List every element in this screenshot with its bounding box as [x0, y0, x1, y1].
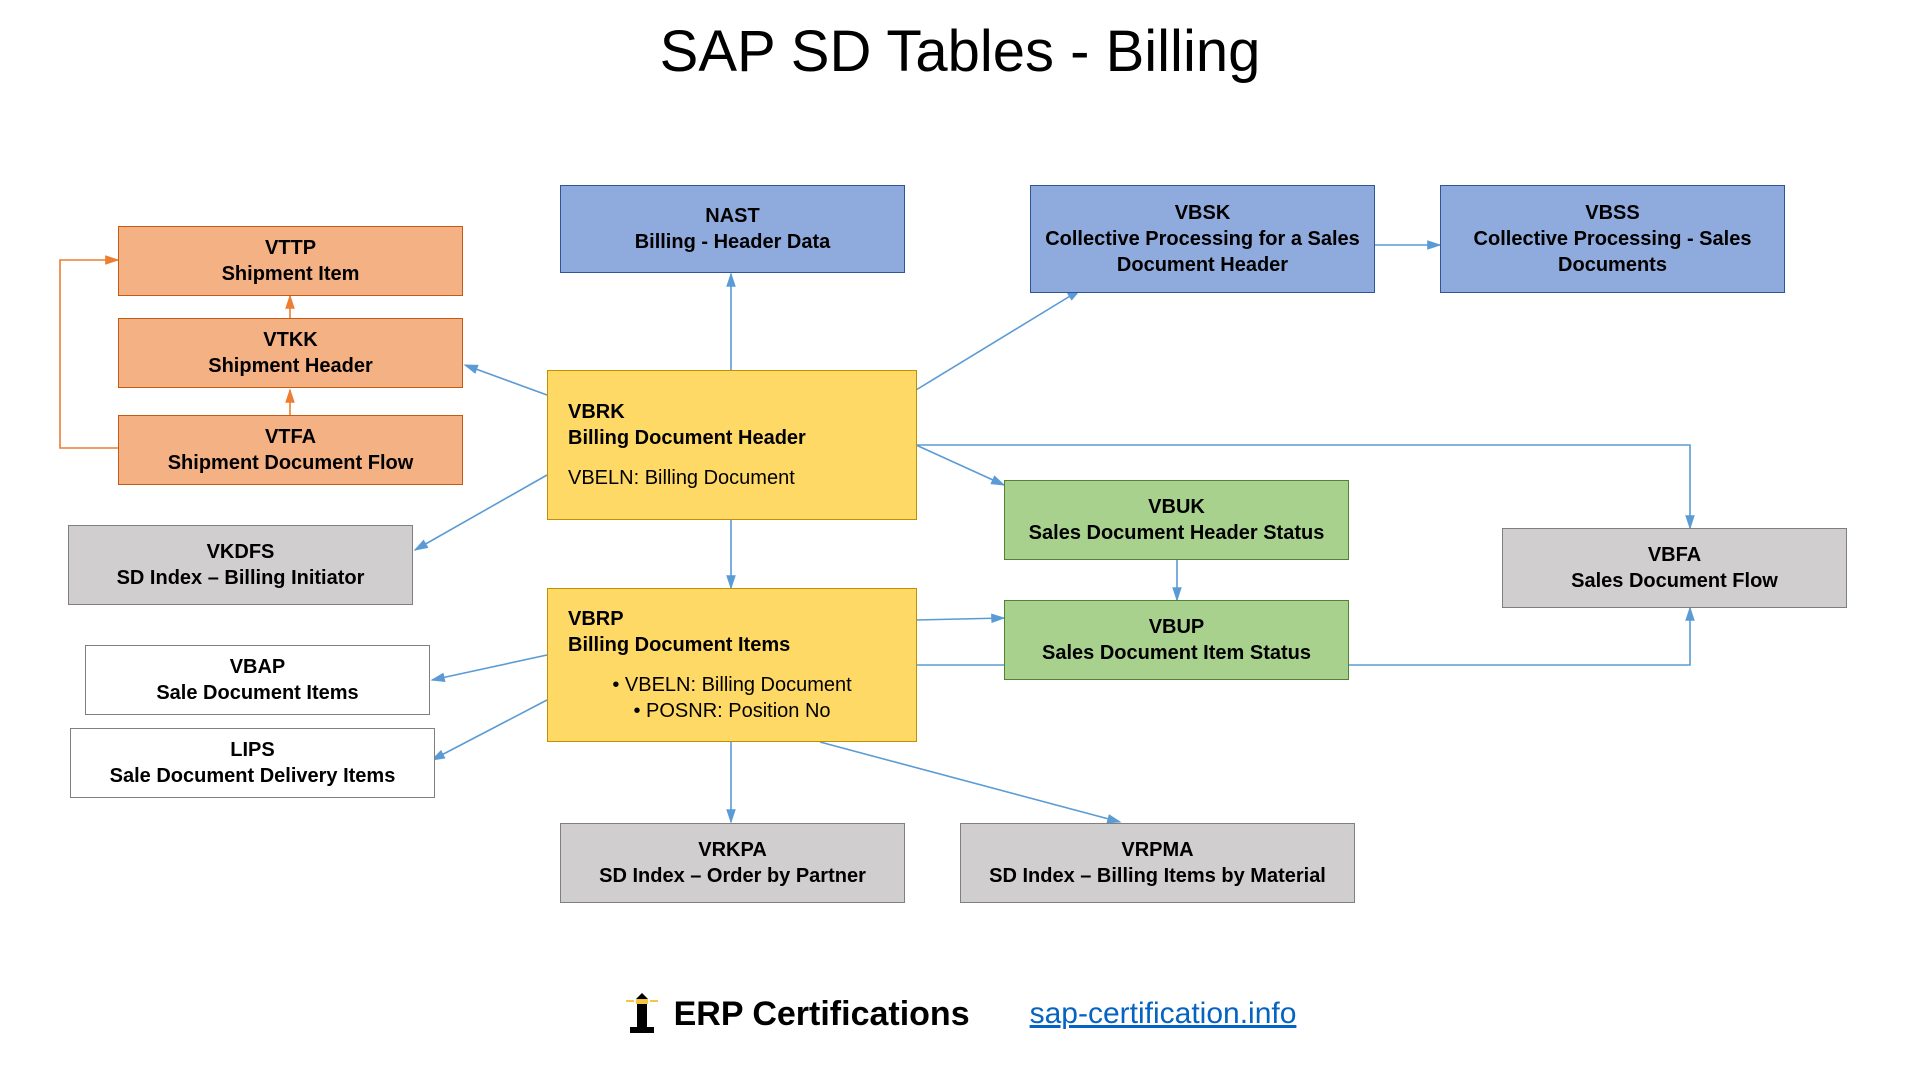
box-extra: VBELN: Billing Document	[568, 465, 795, 491]
box-vbfa: VBFA Sales Document Flow	[1502, 528, 1847, 608]
box-title: VBSK	[1175, 200, 1231, 226]
box-title: VBAP	[230, 654, 286, 680]
box-vbss: VBSS Collective Processing - Sales Docum…	[1440, 185, 1785, 293]
box-desc: Sale Document Items	[156, 680, 358, 706]
box-vttp: VTTP Shipment Item	[118, 226, 463, 296]
box-title: VRKPA	[698, 837, 767, 863]
box-vtfa: VTFA Shipment Document Flow	[118, 415, 463, 485]
box-title: VTFA	[265, 424, 316, 450]
box-desc: Collective Processing - Sales Documents	[1451, 226, 1774, 278]
box-vbup: VBUP Sales Document Item Status	[1004, 600, 1349, 680]
box-vbuk: VBUK Sales Document Header Status	[1004, 480, 1349, 560]
brand-text: ERP Certifications	[674, 995, 970, 1034]
box-title: VRPMA	[1121, 837, 1193, 863]
box-title: VBUK	[1148, 494, 1205, 520]
footer: ERP Certifications sap-certification.inf…	[0, 993, 1920, 1040]
diagram-canvas: SAP SD Tables - Billing	[0, 0, 1920, 1080]
footer-link[interactable]: sap-certification.info	[1030, 997, 1297, 1031]
box-desc: Shipment Document Flow	[168, 450, 414, 476]
box-nast: NAST Billing - Header Data	[560, 185, 905, 273]
box-title: VBRK	[568, 399, 625, 425]
box-desc: Sale Document Delivery Items	[110, 763, 396, 789]
box-desc: Billing Document Items	[568, 632, 790, 658]
box-title: VBRP	[568, 606, 624, 632]
box-desc: Sales Document Flow	[1571, 568, 1778, 594]
box-desc: Billing Document Header	[568, 425, 806, 451]
box-title: VBFA	[1648, 542, 1701, 568]
box-extra-2: • POSNR: Position No	[633, 698, 830, 724]
box-vbsk: VBSK Collective Processing for a Sales D…	[1030, 185, 1375, 293]
box-desc: SD Index – Order by Partner	[599, 863, 866, 889]
lighthouse-icon	[624, 993, 660, 1035]
box-desc: SD Index – Billing Items by Material	[989, 863, 1326, 889]
box-desc: Shipment Header	[208, 353, 372, 379]
box-title: VTKK	[263, 327, 317, 353]
box-title: LIPS	[230, 737, 274, 763]
box-desc: Sales Document Item Status	[1042, 640, 1311, 666]
box-title: VBUP	[1149, 614, 1205, 640]
box-desc: Shipment Item	[222, 261, 360, 287]
box-vbap: VBAP Sale Document Items	[85, 645, 430, 715]
box-title: VBSS	[1585, 200, 1639, 226]
box-lips: LIPS Sale Document Delivery Items	[70, 728, 435, 798]
box-title: VKDFS	[207, 539, 275, 565]
box-vkdfs: VKDFS SD Index – Billing Initiator	[68, 525, 413, 605]
brand: ERP Certifications	[624, 993, 970, 1035]
box-desc: Collective Processing for a Sales Docume…	[1041, 226, 1364, 278]
box-vbrp: VBRP Billing Document Items • VBELN: Bil…	[547, 588, 917, 742]
box-desc: Billing - Header Data	[635, 229, 831, 255]
page-title: SAP SD Tables - Billing	[0, 18, 1920, 85]
box-vrkpa: VRKPA SD Index – Order by Partner	[560, 823, 905, 903]
box-extra-1: • VBELN: Billing Document	[612, 672, 851, 698]
box-vtkk: VTKK Shipment Header	[118, 318, 463, 388]
box-desc: Sales Document Header Status	[1029, 520, 1325, 546]
box-desc: SD Index – Billing Initiator	[117, 565, 365, 591]
box-title: NAST	[705, 203, 759, 229]
box-vbrk: VBRK Billing Document Header VBELN: Bill…	[547, 370, 917, 520]
box-vrpma: VRPMA SD Index – Billing Items by Materi…	[960, 823, 1355, 903]
box-title: VTTP	[265, 235, 316, 261]
